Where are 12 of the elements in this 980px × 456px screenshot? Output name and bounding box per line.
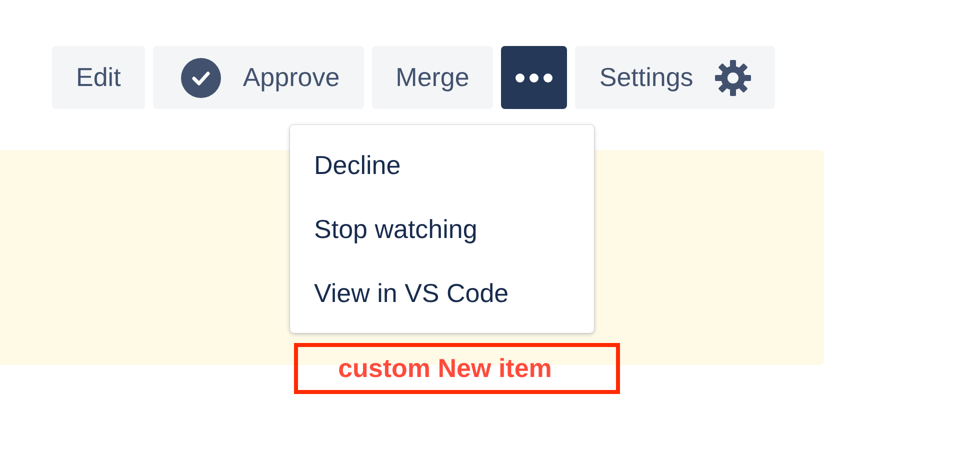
settings-button[interactable]: Settings [575,46,776,109]
annotation-label: custom New item [294,343,620,394]
more-button[interactable] [501,46,568,109]
more-icon [515,72,554,82]
toolbar-button[interactable]: Merge [372,46,494,109]
menu-item[interactable]: Decline [290,133,594,197]
menu-item[interactable]: Stop watching [290,197,594,261]
toolbar-button[interactable]: Edit [52,46,145,109]
settings-icon [715,60,752,96]
check-circle-icon [180,58,221,98]
approve-button[interactable]: Approve [152,46,364,109]
menu-item[interactable]: View in VS Code [290,261,594,325]
